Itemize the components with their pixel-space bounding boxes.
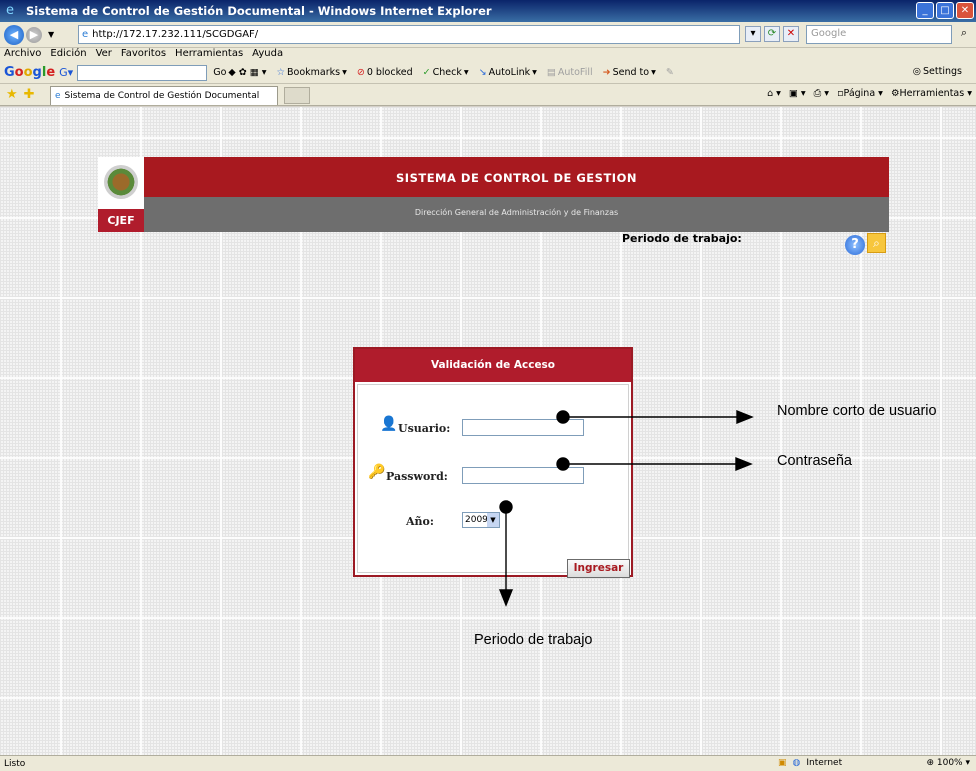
annotation-arrows (498, 409, 754, 607)
annotation-periodo: Periodo de trabajo (474, 632, 593, 648)
password-arrowhead (735, 456, 753, 472)
usuario-arrowhead (736, 409, 754, 425)
annotation-usuario: Nombre corto de usuario (777, 403, 937, 419)
anio-arrowhead (498, 589, 514, 607)
annotation-password: Contraseña (777, 453, 852, 469)
